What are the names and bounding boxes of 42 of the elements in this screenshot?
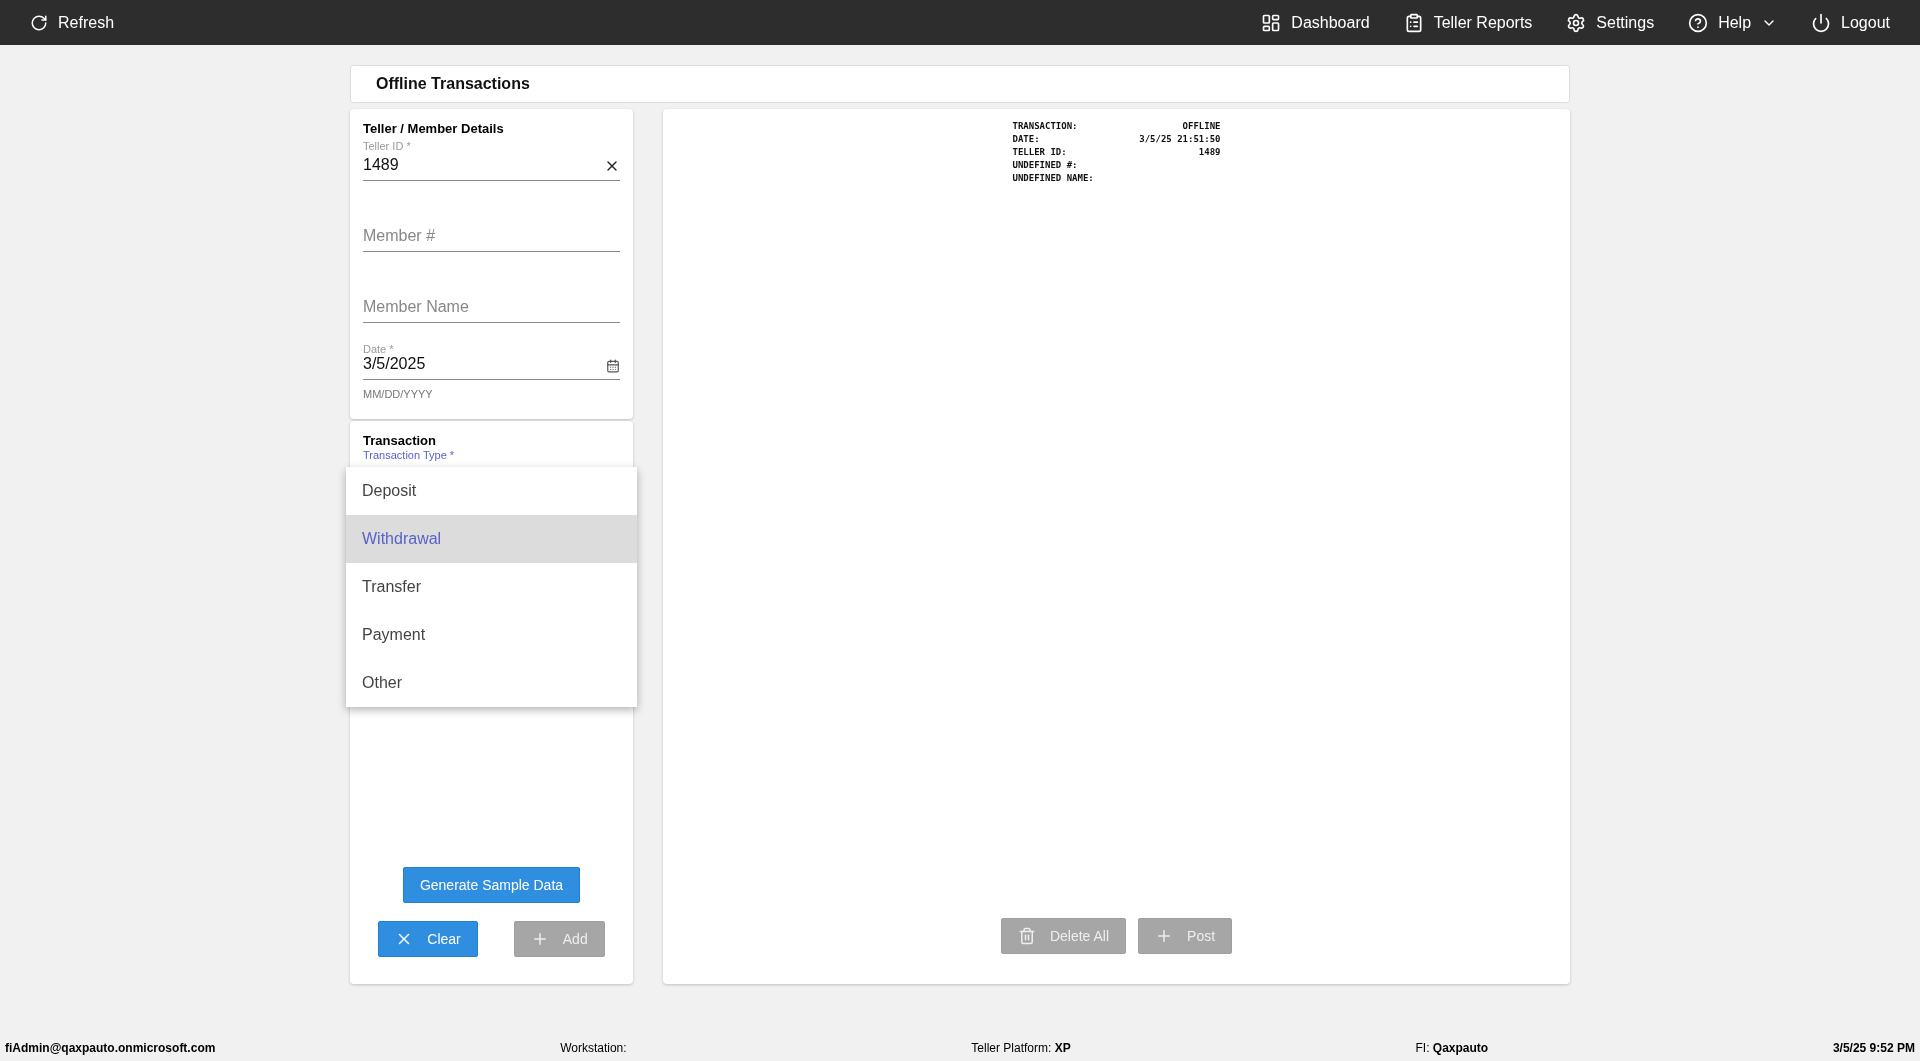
receipt-label: TELLER ID: bbox=[1012, 147, 1067, 157]
input-field[interactable]: Member # bbox=[363, 227, 620, 245]
field-label: Teller ID * bbox=[363, 140, 412, 152]
receipt-label: UNDEFINED NAME: bbox=[1012, 173, 1094, 183]
section-title: Teller / Member Details bbox=[363, 121, 505, 136]
field-label: Transaction Type * bbox=[363, 449, 456, 461]
refresh-icon bbox=[30, 13, 48, 32]
date-field[interactable]: 3/5/2025 bbox=[363, 355, 606, 373]
receipt-label: UNDEFINED #: bbox=[1012, 160, 1078, 170]
trash-icon bbox=[1017, 927, 1036, 945]
field-label: Date * bbox=[363, 343, 395, 355]
power-icon bbox=[1811, 12, 1832, 33]
menu-item[interactable]: Payment bbox=[346, 611, 637, 659]
status-text: 3/5/25 9:52 PM bbox=[1832, 1041, 1915, 1055]
receipt-value: OFFLINE bbox=[1182, 121, 1221, 131]
settings-icon bbox=[1566, 12, 1587, 33]
status-text: FI: Qaxpauto bbox=[1415, 1041, 1489, 1055]
menu-item[interactable]: Withdrawal bbox=[346, 515, 637, 563]
input-field[interactable]: 1489 bbox=[363, 156, 604, 174]
dashboard-icon bbox=[1261, 12, 1282, 33]
status-text: Teller Platform: XP bbox=[971, 1041, 1071, 1055]
receipt-value: 3/5/25 21:51:50 bbox=[1139, 134, 1221, 144]
menu-item[interactable]: Transfer bbox=[346, 563, 637, 611]
nav-link[interactable]: Logout bbox=[1811, 12, 1890, 33]
nav-link[interactable]: Settings bbox=[1566, 12, 1655, 33]
receipt-label: TRANSACTION: bbox=[1012, 121, 1078, 131]
nav-link[interactable]: Teller Reports bbox=[1403, 12, 1533, 33]
input-field[interactable]: Member Name bbox=[363, 298, 620, 316]
status-text: fiAdmin@qaxpauto.onmicrosoft.com bbox=[5, 1041, 216, 1055]
menu-item[interactable]: Deposit bbox=[346, 467, 637, 515]
receipt-value: 1489 bbox=[1198, 147, 1221, 157]
helper-text: MM/DD/YYYY bbox=[363, 388, 434, 400]
receipt-label: DATE: bbox=[1012, 134, 1040, 144]
menu-item[interactable]: Other bbox=[346, 659, 637, 707]
section-title: Transaction bbox=[363, 433, 437, 448]
page-title: Offline Transactions bbox=[376, 75, 530, 93]
help-icon bbox=[1688, 12, 1709, 33]
calendar-icon[interactable] bbox=[606, 359, 620, 373]
nav-link[interactable]: Help bbox=[1688, 12, 1778, 33]
status-text: Workstation: bbox=[560, 1041, 627, 1055]
refresh-button[interactable]: Refresh bbox=[30, 13, 115, 32]
nav-link[interactable]: Dashboard bbox=[1261, 12, 1370, 33]
